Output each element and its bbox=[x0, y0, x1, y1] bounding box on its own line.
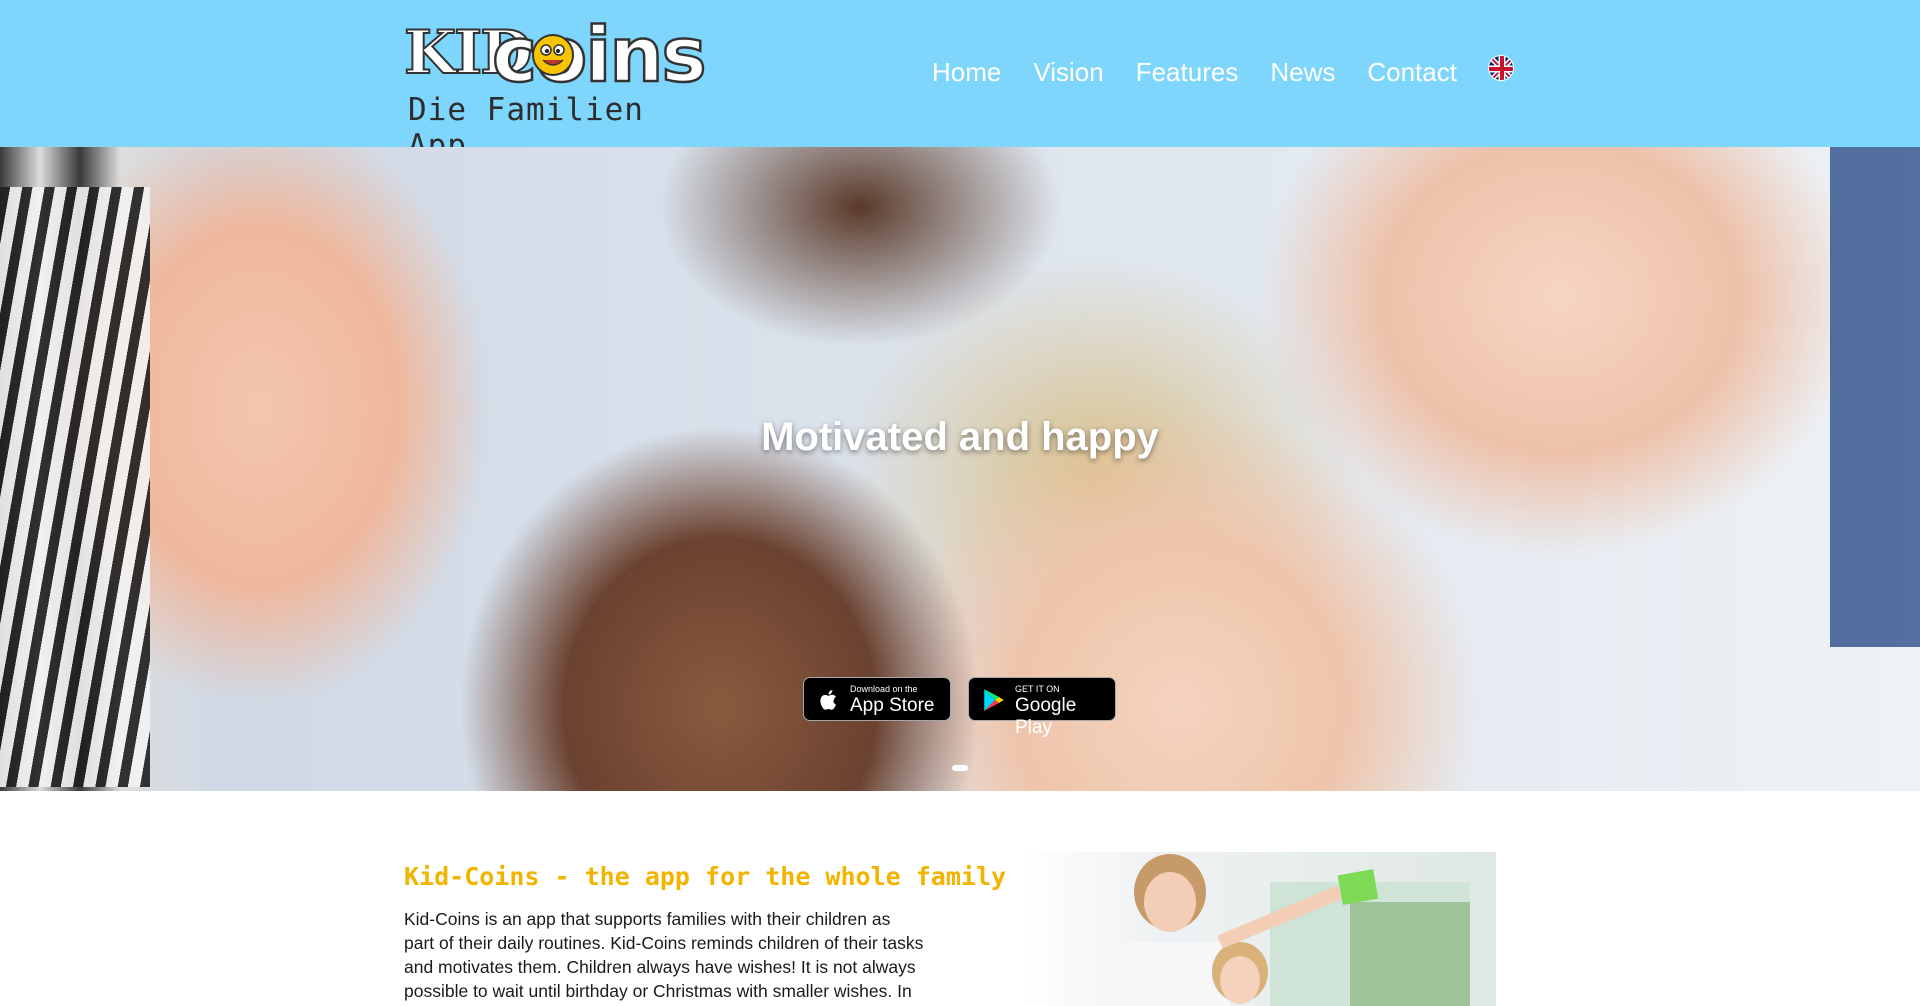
section-text: Kid-Coins is an app that supports famili… bbox=[404, 907, 949, 1003]
section-text-line: possible to wait until birthday or Chris… bbox=[404, 981, 912, 1001]
app-store-small: Download on the bbox=[850, 684, 918, 694]
site-header: KID coins Die Familien App Home Vision F… bbox=[0, 0, 1920, 164]
nav-vision[interactable]: Vision bbox=[1033, 57, 1103, 88]
section-text-line: Kid-Coins is an app that supports famili… bbox=[404, 909, 891, 929]
section-text-line: part of their daily routines. Kid-Coins … bbox=[404, 933, 924, 953]
section-text-line: and motivates them. Children always have… bbox=[404, 957, 916, 977]
logo-coins-text: coins bbox=[491, 9, 708, 101]
hero-photo-detail bbox=[1830, 147, 1920, 647]
family-cleaning-photo bbox=[1020, 852, 1496, 1006]
hero-photo-children bbox=[0, 187, 150, 787]
google-play-button[interactable]: GET IT ON Google Play bbox=[968, 677, 1116, 738]
google-play-icon bbox=[984, 689, 1004, 711]
nav-news[interactable]: News bbox=[1270, 57, 1335, 88]
slider-dot-active[interactable] bbox=[952, 765, 968, 771]
google-play-small: GET IT ON bbox=[1015, 684, 1060, 694]
nav-contact[interactable]: Contact bbox=[1367, 57, 1457, 88]
app-store-button[interactable]: Download on the App Store bbox=[803, 677, 951, 721]
uk-flag-icon[interactable] bbox=[1488, 55, 1514, 81]
app-store-big: App Store bbox=[850, 695, 935, 716]
nav-features[interactable]: Features bbox=[1136, 57, 1239, 88]
main-nav: Home Vision Features News Contact bbox=[932, 52, 1489, 92]
nav-home[interactable]: Home bbox=[932, 57, 1001, 88]
apple-icon bbox=[820, 690, 836, 710]
google-play-big: Google Play bbox=[1015, 695, 1077, 738]
hero-slider: Motivated and happy Download on the App … bbox=[0, 147, 1920, 791]
section-heading: Kid-Coins - the app for the whole family bbox=[404, 862, 1007, 891]
kidcoins-logo[interactable]: KID coins Die Familien App bbox=[403, 9, 708, 164]
hero-title: Motivated and happy bbox=[761, 415, 1159, 459]
coin-mascot-icon bbox=[532, 34, 574, 76]
